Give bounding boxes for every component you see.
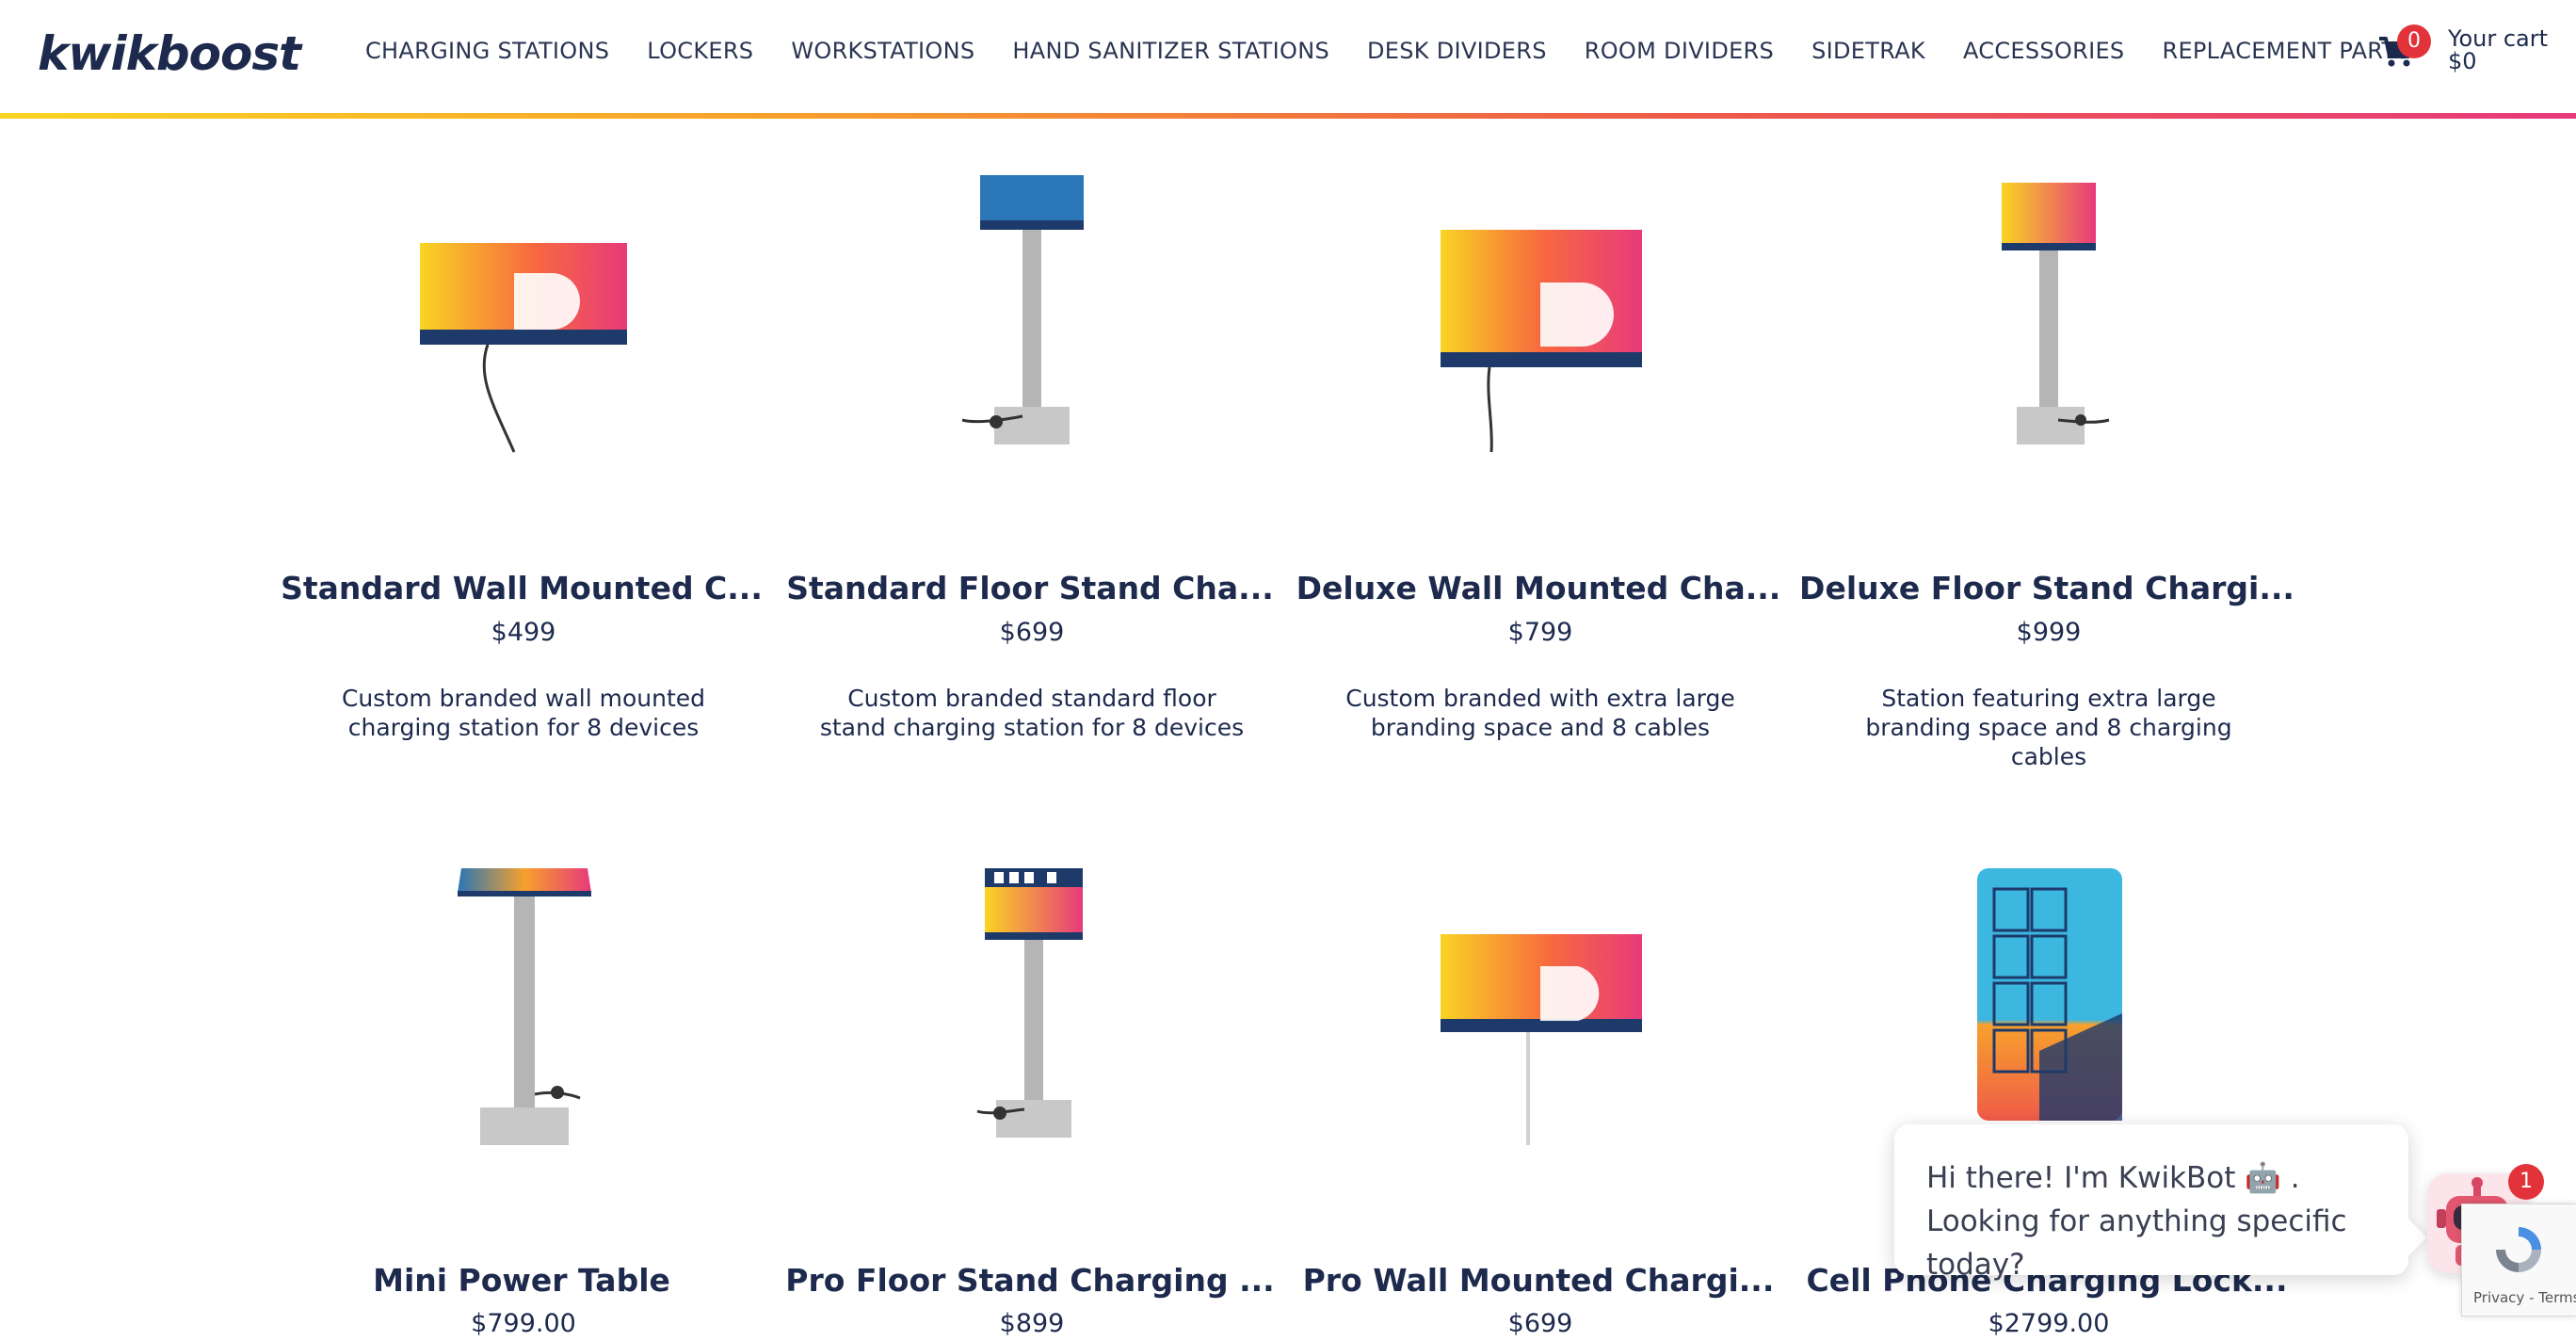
nav-charging-stations[interactable]: CHARGING STATIONS: [365, 38, 609, 64]
chat-greeting-bubble[interactable]: Hi there! I'm KwikBot 🤖 . Looking for an…: [1894, 1124, 2408, 1282]
product-price: $899: [999, 1309, 1065, 1338]
product-image-standard-wall[interactable]: [382, 141, 665, 461]
nav-room-dividers[interactable]: ROOM DIVIDERS: [1585, 38, 1774, 64]
product-image-deluxe-wall[interactable]: [1399, 141, 1682, 461]
logo-wordmark: kwikboost: [38, 26, 303, 81]
nav-workstations[interactable]: WORKSTATIONS: [791, 38, 974, 64]
product-price: $799.00: [471, 1309, 576, 1338]
product-description: Custom branded wall mounted charging sta…: [341, 685, 706, 741]
nav-desk-dividers[interactable]: DESK DIVIDERS: [1367, 38, 1547, 64]
kwikboost-logo[interactable]: kwikboost: [36, 21, 328, 87]
product-price: $999: [2016, 618, 2082, 647]
product-title[interactable]: Pro Floor Stand Charging ...: [766, 1262, 1294, 1299]
chat-notification-badge: 1: [2508, 1164, 2544, 1200]
main-nav: CHARGING STATIONS LOCKERS WORKSTATIONS H…: [365, 38, 2410, 64]
recaptcha-privacy-terms[interactable]: Privacy - Terms: [2473, 1289, 2576, 1306]
product-description: Custom branded with extra large branding…: [1345, 685, 1735, 741]
product-price: $799: [1507, 618, 1573, 647]
product-title[interactable]: Mini Power Table: [258, 1262, 785, 1299]
nav-replacement-parts[interactable]: REPLACEMENT PARTS: [2162, 38, 2410, 64]
nav-sidetrak[interactable]: SIDETRAK: [1811, 38, 1925, 64]
product-title[interactable]: Deluxe Wall Mounted Cha...: [1275, 570, 1802, 606]
product-image-pro-wall[interactable]: [1399, 834, 1682, 1155]
product-title[interactable]: Deluxe Floor Stand Chargi...: [1783, 570, 2310, 606]
product-title[interactable]: Standard Wall Mounted C...: [258, 570, 785, 606]
product-price: $499: [491, 618, 556, 647]
cart-count-badge: 0: [2397, 24, 2431, 58]
product-title[interactable]: Standard Floor Stand Cha...: [766, 570, 1294, 606]
nav-hand-sanitizer-stations[interactable]: HAND SANITIZER STATIONS: [1012, 38, 1329, 64]
site-header: kwikboost CHARGING STATIONS LOCKERS WORK…: [0, 0, 2576, 119]
product-price: $2799.00: [1988, 1309, 2110, 1338]
product-price: $699: [999, 618, 1065, 647]
recaptcha-badge[interactable]: Privacy - Terms: [2461, 1204, 2576, 1317]
nav-accessories[interactable]: ACCESSORIES: [1963, 38, 2125, 64]
product-title[interactable]: Pro Wall Mounted Chargi...: [1275, 1262, 1802, 1299]
product-description: Station featuring extra large branding s…: [1865, 685, 2232, 770]
cart-total: $0: [2448, 48, 2477, 74]
product-image-standard-floor[interactable]: [891, 141, 1173, 461]
product-image-cell-phone-locker[interactable]: [1908, 834, 2190, 1155]
recaptcha-icon: [2496, 1227, 2541, 1272]
header-gradient-divider: [0, 113, 2576, 119]
product-description: Custom branded standard floor stand char…: [819, 685, 1245, 741]
product-image-deluxe-floor[interactable]: [1908, 141, 2190, 461]
cart-button[interactable]: 0 Your cart $0: [2378, 24, 2567, 83]
product-price: $699: [1507, 1309, 1573, 1338]
nav-lockers[interactable]: LOCKERS: [647, 38, 753, 64]
chat-greeting-text: Hi there! I'm KwikBot 🤖 . Looking for an…: [1926, 1161, 2347, 1282]
product-image-mini-power-table[interactable]: [382, 834, 665, 1155]
product-image-pro-floor[interactable]: [891, 834, 1173, 1155]
